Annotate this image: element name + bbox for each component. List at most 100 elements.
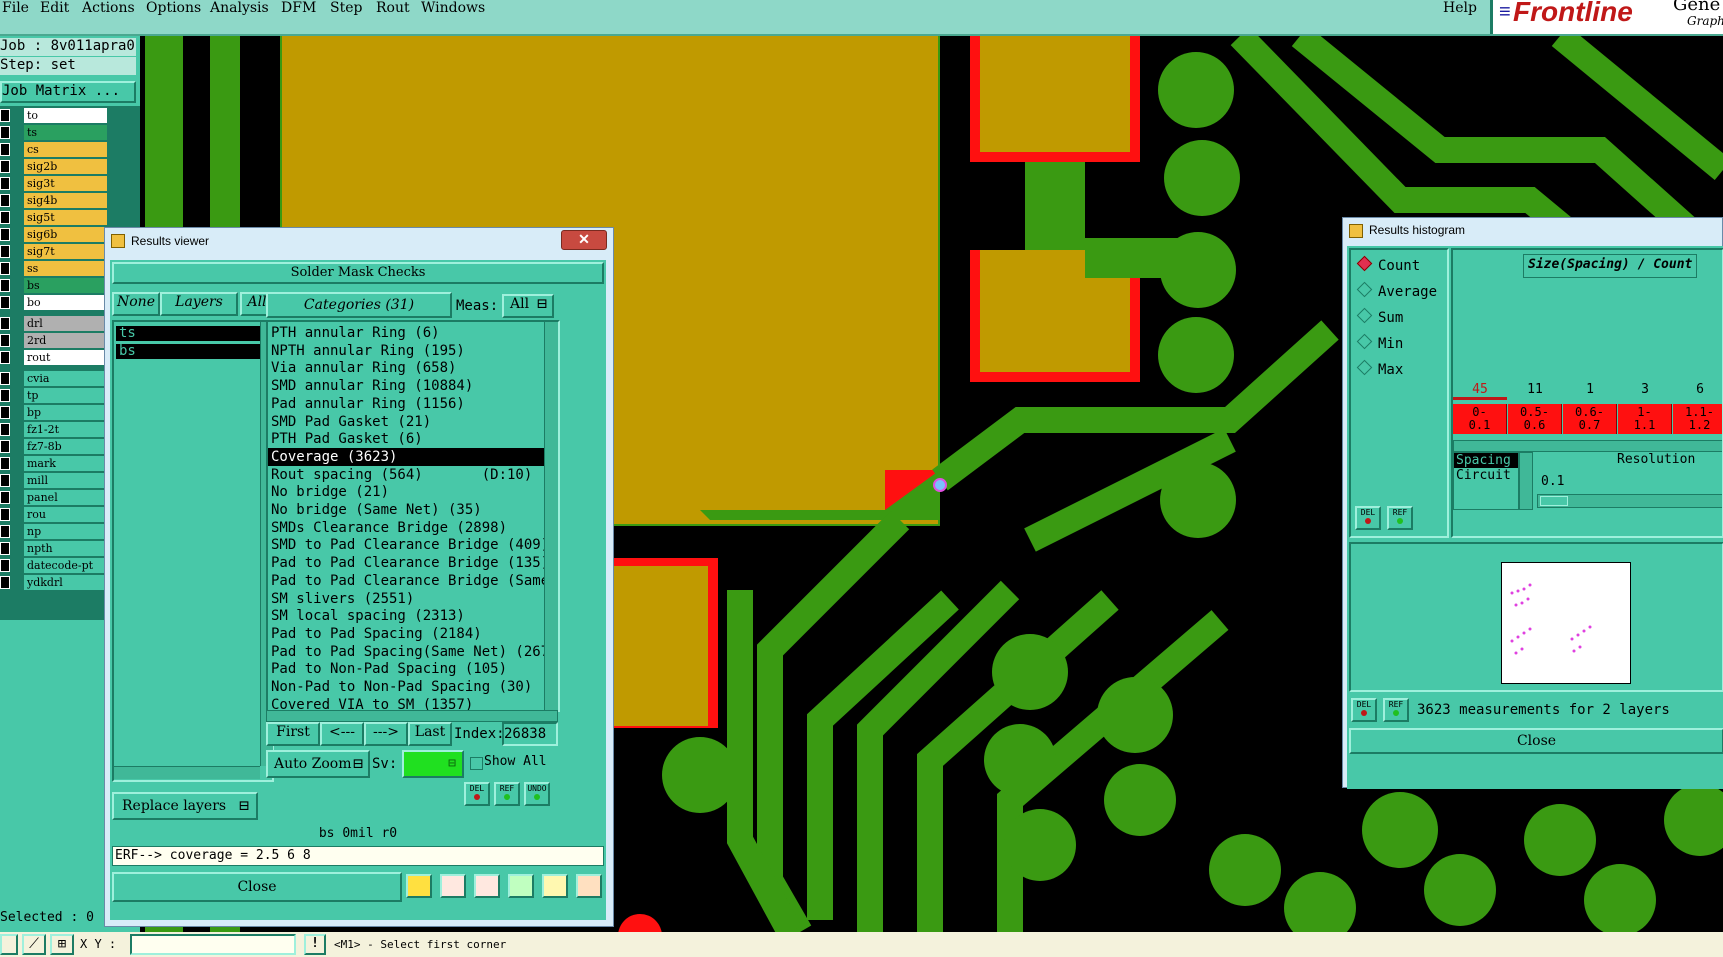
mode-radio-count[interactable]: Count (1356, 255, 1420, 274)
category-item[interactable]: Pad annular Ring (1156) (268, 395, 558, 413)
menu-edit[interactable]: Edit (40, 0, 69, 16)
category-item[interactable]: SMDs Clearance Bridge (2898) (268, 519, 558, 537)
histogram-bin[interactable]: 0- 0.1 (1453, 404, 1507, 434)
category-item[interactable]: Coverage (3623) (268, 447, 558, 466)
menu-rout[interactable]: Rout (376, 0, 410, 16)
layer-toggle-checkbox[interactable] (0, 177, 10, 190)
close-icon[interactable]: ✕ (561, 230, 607, 250)
layer-row-sig2b[interactable]: sig2b (24, 159, 107, 174)
menu-analysis[interactable]: Analysis (210, 0, 269, 16)
category-item[interactable]: Pad to Pad Clearance Bridge (Same (268, 572, 558, 590)
list-item[interactable]: bs (116, 344, 260, 359)
category-item[interactable]: Via annular Ring (658) (268, 359, 558, 377)
show-all-checkbox[interactable] (470, 757, 483, 770)
job-matrix-button[interactable]: Job Matrix ... (0, 81, 136, 103)
layer-toggle-checkbox[interactable] (0, 525, 10, 538)
layer-row-ts[interactable]: ts (24, 125, 107, 140)
layer-toggle-checkbox[interactable] (0, 262, 10, 275)
layer-row-np[interactable]: np (24, 524, 107, 539)
layer-toggle-checkbox[interactable] (0, 423, 10, 436)
prev-button[interactable]: <--- (320, 722, 364, 746)
layer-row-sig6b[interactable]: sig6b (24, 227, 107, 242)
list-item[interactable]: ts (116, 326, 260, 341)
histogram-bin[interactable]: 1.1- 1.2 (1673, 404, 1722, 434)
layer-row-npth[interactable]: npth (24, 541, 107, 556)
category-item[interactable]: Pad to Pad Spacing (2184) (268, 625, 558, 643)
del-button[interactable]: DEL (464, 782, 490, 806)
layer-row-ss[interactable]: ss (24, 261, 107, 276)
layer-toggle-checkbox[interactable] (0, 457, 10, 470)
mode-radio-average[interactable]: Average (1356, 281, 1437, 300)
resolution-slider[interactable] (1537, 494, 1722, 508)
layer-toggle-checkbox[interactable] (0, 508, 10, 521)
erase-icon[interactable] (474, 874, 500, 898)
menu-actions[interactable]: Actions (82, 0, 135, 16)
layer-toggle-checkbox[interactable] (0, 576, 10, 589)
list-item[interactable]: Circuit (1454, 468, 1518, 483)
ref-button[interactable]: REF (494, 782, 520, 806)
category-item[interactable]: Non-Pad to Non-Pad Spacing (30) (268, 678, 558, 696)
layer-row-mill[interactable]: mill (24, 473, 107, 488)
layer-toggle-checkbox[interactable] (0, 474, 10, 487)
del-button[interactable]: DEL (1355, 506, 1381, 530)
category-item[interactable]: Pad to Pad Spacing(Same Net) (267 (268, 643, 558, 661)
layer-row-sig5t[interactable]: sig5t (24, 210, 107, 225)
ref-button[interactable]: REF (1383, 698, 1409, 722)
category-item[interactable]: SM local spacing (2313) (268, 607, 558, 625)
menu-dfm[interactable]: DFM (281, 0, 316, 16)
layer-toggle-checkbox[interactable] (0, 194, 10, 207)
mode-radio-max[interactable]: Max (1356, 359, 1403, 378)
index-input[interactable]: 26838 (502, 722, 558, 746)
layer-toggle-checkbox[interactable] (0, 440, 10, 453)
layer-toggle-checkbox[interactable] (0, 296, 10, 309)
vertical-scrollbar[interactable] (1519, 452, 1533, 510)
layer-row-rout[interactable]: rout (24, 350, 107, 365)
horizontal-scrollbar[interactable] (266, 710, 558, 722)
histogram-bin[interactable]: 0.6- 0.7 (1563, 404, 1617, 434)
list-item[interactable]: Spacing (1454, 453, 1518, 468)
layer-row-bs[interactable]: bs (24, 278, 107, 293)
snap-icon[interactable] (0, 934, 18, 955)
category-item[interactable]: Pad to Pad Clearance Bridge (135) (268, 554, 558, 572)
layer-row-sig3t[interactable]: sig3t (24, 176, 107, 191)
category-item[interactable]: PTH Pad Gasket (6) (268, 430, 558, 448)
layer-toggle-checkbox[interactable] (0, 160, 10, 173)
category-item[interactable]: No bridge (Same Net) (35) (268, 501, 558, 519)
layer-row-cvia[interactable]: cvia (24, 371, 107, 386)
alert-icon[interactable]: ! (304, 934, 326, 955)
horizontal-scrollbar[interactable] (114, 766, 260, 779)
layer-row-sig4b[interactable]: sig4b (24, 193, 107, 208)
export-icon[interactable] (440, 874, 466, 898)
mode-radio-sum[interactable]: Sum (1356, 307, 1403, 326)
last-button[interactable]: Last (408, 722, 452, 746)
category-item[interactable]: SMD annular Ring (10884) (268, 377, 558, 395)
histogram-bin[interactable]: 0.5- 0.6 (1508, 404, 1562, 434)
layer-toggle-checkbox[interactable] (0, 542, 10, 555)
layer-row-tp[interactable]: tp (24, 388, 107, 403)
histogram-icon[interactable] (576, 874, 602, 898)
layer-toggle-checkbox[interactable] (0, 109, 10, 122)
layer-row-cs[interactable]: cs (24, 142, 107, 157)
layer-toggle-checkbox[interactable] (0, 317, 10, 330)
menu-step[interactable]: Step (330, 0, 362, 16)
layer-row-fz7-8b[interactable]: fz7-8b (24, 439, 107, 454)
layer-row-drl[interactable]: drl (24, 316, 107, 331)
layer-toggle-checkbox[interactable] (0, 245, 10, 258)
layer-row-2rd[interactable]: 2rd (24, 333, 107, 348)
layer-toggle-checkbox[interactable] (0, 334, 10, 347)
layer-toggle-checkbox[interactable] (0, 228, 10, 241)
category-item[interactable]: PTH annular Ring (6) (268, 324, 558, 342)
none-button[interactable]: None (112, 292, 160, 316)
category-item[interactable]: NPTH annular Ring (195) (268, 342, 558, 360)
layer-row-sig7t[interactable]: sig7t (24, 244, 107, 259)
close-button[interactable]: Close (1349, 728, 1723, 754)
layer-row-rou[interactable]: rou (24, 507, 107, 522)
grid-icon[interactable]: ⊞ (50, 934, 74, 955)
layer-row-bp[interactable]: bp (24, 405, 107, 420)
ref-button[interactable]: REF (1387, 506, 1413, 530)
number-icon[interactable] (508, 874, 534, 898)
horizontal-scrollbar[interactable] (1453, 440, 1722, 452)
undo-button[interactable]: UNDO (524, 782, 550, 806)
category-item[interactable]: SMD Pad Gasket (21) (268, 413, 558, 431)
slider-thumb[interactable] (1540, 496, 1568, 506)
